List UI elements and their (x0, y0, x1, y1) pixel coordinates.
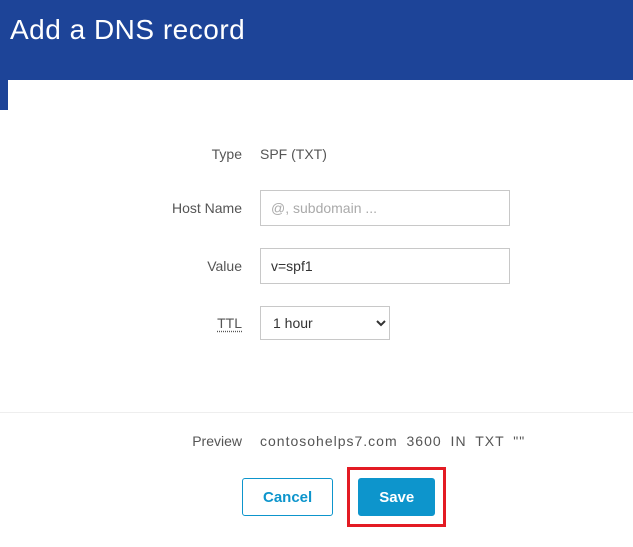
form-area: Type SPF (TXT) Host Name Value TTL 1 hou… (0, 110, 633, 372)
preview-value: contosohelps7.com 3600 IN TXT "" (260, 433, 525, 449)
row-preview: Preview contosohelps7.com 3600 IN TXT "" (50, 433, 583, 449)
value-label: Value (50, 258, 260, 274)
row-value: Value (50, 248, 583, 284)
save-button[interactable]: Save (358, 478, 435, 516)
hostname-label: Host Name (50, 200, 260, 216)
type-value: SPF (TXT) (260, 140, 510, 168)
dialog-header: Add a DNS record (0, 0, 633, 80)
preview-area: Preview contosohelps7.com 3600 IN TXT ""… (0, 412, 633, 547)
save-highlight: Save (347, 467, 446, 527)
type-label: Type (50, 146, 260, 162)
row-ttl: TTL 1 hour (50, 306, 583, 340)
value-input[interactable] (260, 248, 510, 284)
preview-label: Preview (50, 433, 260, 449)
hostname-input[interactable] (260, 190, 510, 226)
button-row: Cancel Save (50, 467, 583, 527)
ttl-select[interactable]: 1 hour (260, 306, 390, 340)
tab-indicator (0, 80, 8, 110)
row-hostname: Host Name (50, 190, 583, 226)
dialog-title: Add a DNS record (10, 14, 623, 46)
row-type: Type SPF (TXT) (50, 140, 583, 168)
ttl-label: TTL (50, 315, 260, 331)
cancel-button[interactable]: Cancel (242, 478, 333, 516)
